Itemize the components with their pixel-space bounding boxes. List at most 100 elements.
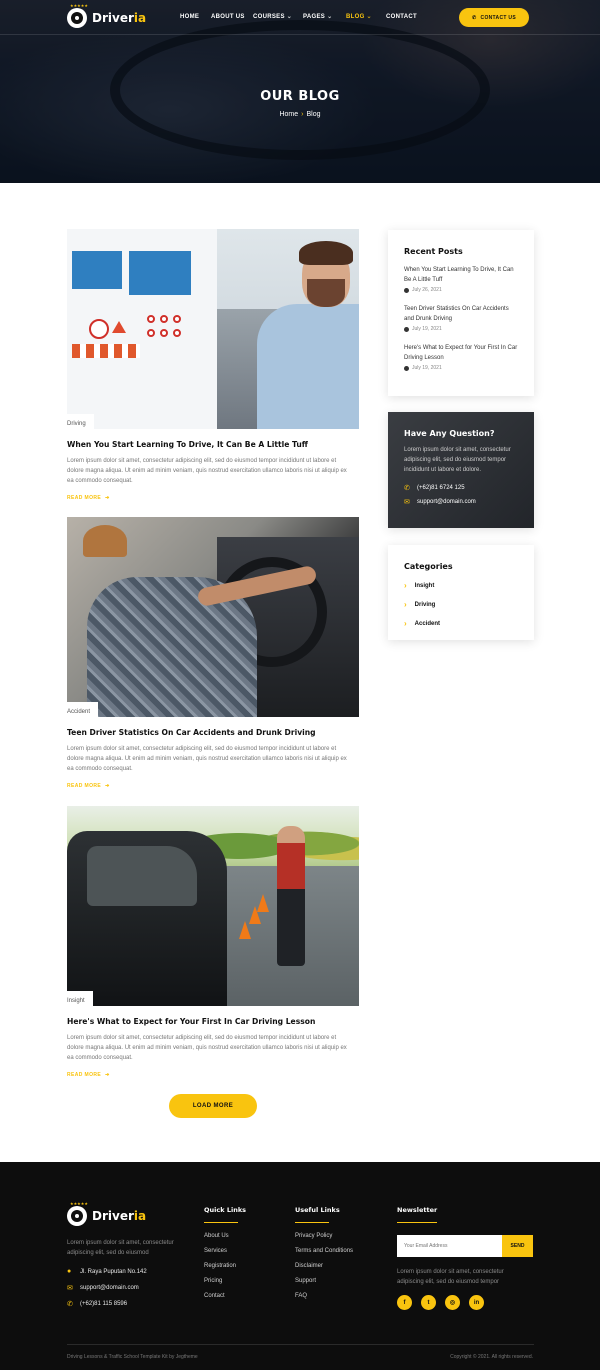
breadcrumb-home[interactable]: Home [279,111,298,118]
logo[interactable]: ★★★★★ Driveria [67,3,146,28]
nav-item-courses[interactable]: COURSES ⌄ [253,13,303,21]
linkedin-icon[interactable]: in [469,1295,484,1310]
load-more-button[interactable]: LOAD MORE [169,1094,257,1118]
footer-email[interactable]: ✉ support@domain.com [67,1284,139,1292]
logo-text-accent: ia [133,1209,147,1223]
email-text: support@domain.com [417,499,476,505]
recent-post-item[interactable]: Teen Driver Statistics On Car Accidents … [404,304,518,332]
nav-item-about[interactable]: ABOUT US [211,13,253,20]
question-widget: Have Any Question? Lorem ipsum dolor sit… [388,412,534,528]
recent-post-item[interactable]: Here's What to Expect for Your First In … [404,343,518,371]
nav-item-home[interactable]: HOME [180,13,211,20]
read-more-link[interactable]: READ MORE ➔ [67,495,110,501]
mini-sign [147,315,155,323]
title-underline [204,1222,238,1223]
footer-link-terms[interactable]: Terms and Conditions [295,1248,353,1254]
phone-text: (+62)81 6724 125 [417,485,465,491]
newsletter-email-input[interactable] [397,1235,502,1257]
nav-item-contact[interactable]: CONTACT [386,13,421,20]
footer-link-privacy[interactable]: Privacy Policy [295,1233,353,1239]
breadcrumb: Home › Blog [0,111,600,118]
nav-item-blog[interactable]: BLOG ⌄ [346,13,386,21]
mini-sign [173,329,181,337]
facebook-icon[interactable]: f [397,1295,412,1310]
footer-link-about[interactable]: About Us [204,1233,246,1239]
nav-label: BLOG [346,13,365,20]
footer: ★★★★★ Driveria Lorem ipsum dolor sit ame… [0,1162,600,1370]
category-item-driving[interactable]: › Driving [404,600,518,609]
footer-link-contact[interactable]: Contact [204,1293,246,1299]
post-image-driving-lesson[interactable]: Insight [67,806,359,1006]
nav-label: COURSES [253,13,285,20]
steering-wheel-icon: ★★★★★ [67,3,88,28]
useful-links-column: Useful Links Privacy Policy Terms and Co… [295,1206,353,1299]
recent-post-item[interactable]: When You Start Learning To Drive, It Can… [404,265,518,293]
footer-link-services[interactable]: Services [204,1248,246,1254]
footer-divider [67,1344,534,1345]
newsletter-column: Newsletter [397,1206,437,1223]
category-item-accident[interactable]: › Accident [404,619,518,628]
nav-item-pages[interactable]: PAGES ⌄ [303,13,346,21]
read-more-link[interactable]: READ MORE ➔ [67,783,110,789]
car-window [87,846,197,906]
date-text: July 26, 2021 [412,287,442,293]
categories-widget: Categories › Insight › Driving › Accident [388,545,534,640]
instagram-icon[interactable]: ◎ [445,1295,460,1310]
mini-sign [160,329,168,337]
recent-post-date: July 26, 2021 [404,287,518,293]
quick-links-column: Quick Links About Us Services Registrati… [204,1206,246,1299]
blog-post: Insight Here's What to Expect for Your F… [67,806,359,1078]
instructor-hair [299,241,353,265]
footer-logo[interactable]: ★★★★★ Driveria [67,1201,146,1226]
social-links: f t ◎ in [397,1295,484,1310]
footer-phone[interactable]: ✆ (+62)81 115 8596 [67,1300,127,1308]
newsletter-send-button[interactable]: SEND [502,1235,533,1257]
logo-stars: ★★★★★ [70,1201,88,1206]
post-image-truck-driver[interactable]: Accident [67,517,359,717]
logo-text-main: Driver [92,1209,134,1223]
recent-post-title[interactable]: Teen Driver Statistics On Car Accidents … [404,304,518,324]
phone-icon: ✆ [67,1301,73,1308]
hero-banner: ★★★★★ Driveria HOME ABOUT US COURSES ⌄ PA… [0,0,600,183]
clock-icon [404,326,409,332]
speed-sign [89,319,109,339]
post-title[interactable]: Teen Driver Statistics On Car Accidents … [67,728,359,737]
category-label: Accident [414,620,441,627]
post-category-tag[interactable]: Driving [67,414,94,429]
chevron-down-icon: ⌄ [366,14,372,20]
footer-link-registration[interactable]: Registration [204,1263,246,1269]
footer-link-pricing[interactable]: Pricing [204,1278,246,1284]
post-category-tag[interactable]: Accident [67,702,99,717]
recent-post-title[interactable]: Here's What to Expect for Your First In … [404,343,518,363]
sign-panel [72,251,122,289]
twitter-icon[interactable]: t [421,1295,436,1310]
post-title[interactable]: When You Start Learning To Drive, It Can… [67,440,359,449]
widget-title: Recent Posts [404,247,463,256]
footer-address: ● Jl. Raya Puputan No.142 [67,1268,147,1275]
nav-label: PAGES [303,13,326,20]
footer-link-faq[interactable]: FAQ [295,1293,353,1299]
recent-post-title[interactable]: When You Start Learning To Drive, It Can… [404,265,518,285]
post-category-tag[interactable]: Insight [67,991,93,1006]
category-item-insight[interactable]: › Insight [404,581,518,590]
post-image-driving-instructor[interactable]: Driving [67,229,359,429]
breadcrumb-current: Blog [306,111,321,118]
footer-link-support[interactable]: Support [295,1278,353,1284]
contact-us-button[interactable]: ✆ CONTACT US [459,8,529,27]
footer-link-disclaimer[interactable]: Disclaimer [295,1263,353,1269]
read-more-label: READ MORE [67,1072,102,1078]
main-nav: HOME ABOUT US COURSES ⌄ PAGES ⌄ BLOG ⌄ CONT… [180,13,421,21]
nav-label: HOME [180,13,200,20]
arrow-right-icon: ➔ [105,1072,110,1078]
category-label: Driving [414,601,436,608]
column-title: Quick Links [204,1206,247,1214]
clock-icon [404,365,409,371]
widget-title: Categories [404,562,453,571]
envelope-icon: ✉ [67,1285,73,1292]
read-more-link[interactable]: READ MORE ➔ [67,1072,110,1078]
contact-email[interactable]: ✉ support@domain.com [404,498,518,506]
post-title[interactable]: Here's What to Expect for Your First In … [67,1017,359,1026]
logo-text: Driveria [92,1209,146,1223]
contact-phone[interactable]: ✆ (+62)81 6724 125 [404,484,518,492]
mini-sign [147,329,155,337]
